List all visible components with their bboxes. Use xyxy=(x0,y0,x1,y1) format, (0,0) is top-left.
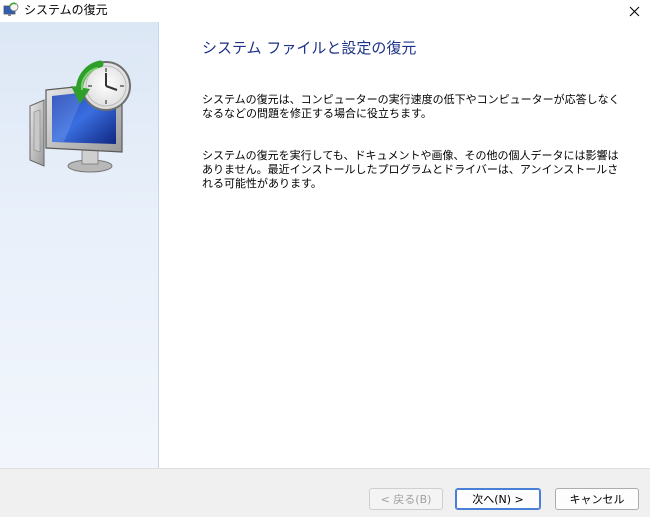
cancel-button[interactable]: キャンセル xyxy=(555,488,639,510)
system-restore-icon xyxy=(29,60,131,173)
back-button[interactable]: < 戻る(B) xyxy=(369,488,443,510)
close-icon xyxy=(629,6,639,16)
description-paragraph-1: システムの復元は、コンピューターの実行速度の低下やコンピューターが応答しなくなる… xyxy=(202,93,620,120)
description-paragraph-2: システムの復元を実行しても、ドキュメントや画像、その他の個人データには影響はあり… xyxy=(202,149,619,190)
close-button[interactable] xyxy=(618,0,650,22)
wizard-content: システム ファイルと設定の復元 システムの復元は、コンピューターの実行速度の低下… xyxy=(159,22,650,468)
title-bar: システムの復元 xyxy=(0,0,650,22)
system-restore-icon xyxy=(3,2,19,16)
button-bar: < 戻る(B) 次へ(N) > キャンセル xyxy=(0,468,650,517)
window-title: システムの復元 xyxy=(24,3,108,17)
page-title: システム ファイルと設定の復元 xyxy=(202,39,417,57)
next-button[interactable]: 次へ(N) > xyxy=(455,488,541,510)
wizard-sidebar xyxy=(0,22,159,468)
